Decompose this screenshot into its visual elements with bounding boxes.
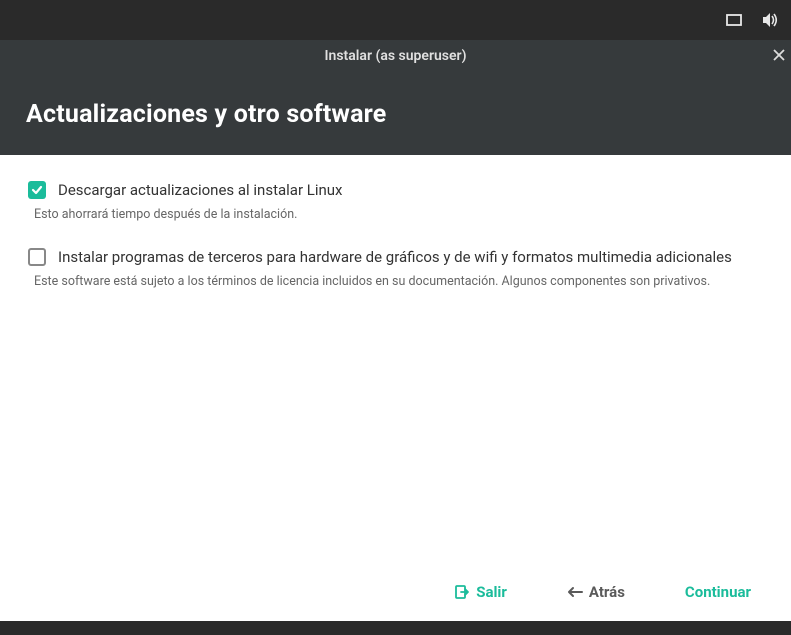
checkbox-download-updates[interactable] bbox=[28, 181, 46, 199]
option-desc-download-updates: Esto ahorrará tiempo después de la insta… bbox=[34, 207, 763, 222]
window-restore-icon[interactable] bbox=[725, 13, 743, 27]
option-label-download-updates[interactable]: Descargar actualizaciones al instalar Li… bbox=[58, 181, 342, 199]
header-area: Actualizaciones y otro software bbox=[0, 72, 791, 155]
arrow-left-icon bbox=[567, 586, 583, 598]
window-title: Instalar (as superuser) bbox=[325, 48, 467, 64]
continue-label: Continuar bbox=[685, 583, 751, 601]
quit-button[interactable]: Salir bbox=[454, 583, 507, 601]
option-download-updates: Descargar actualizaciones al instalar Li… bbox=[28, 181, 763, 222]
desktop-bottom-strip bbox=[0, 621, 791, 635]
option-desc-third-party: Este software está sujeto a los términos… bbox=[34, 274, 763, 289]
option-row: Instalar programas de terceros para hard… bbox=[28, 248, 763, 266]
checkbox-third-party[interactable] bbox=[28, 248, 46, 266]
option-row: Descargar actualizaciones al instalar Li… bbox=[28, 181, 763, 199]
back-label: Atrás bbox=[589, 583, 625, 601]
close-icon[interactable] bbox=[773, 48, 785, 64]
content-area: Descargar actualizaciones al instalar Li… bbox=[0, 155, 791, 565]
desktop-top-panel bbox=[0, 0, 791, 40]
option-label-third-party[interactable]: Instalar programas de terceros para hard… bbox=[58, 248, 732, 266]
exit-icon bbox=[454, 584, 470, 600]
quit-label: Salir bbox=[476, 583, 507, 601]
continue-button[interactable]: Continuar bbox=[685, 583, 751, 601]
back-button[interactable]: Atrás bbox=[567, 583, 625, 601]
installer-window: Instalar (as superuser) Actualizaciones … bbox=[0, 40, 791, 621]
option-third-party: Instalar programas de terceros para hard… bbox=[28, 248, 763, 289]
page-title: Actualizaciones y otro software bbox=[26, 100, 765, 129]
footer-buttons: Salir Atrás Continuar bbox=[0, 565, 791, 621]
volume-icon[interactable] bbox=[761, 12, 779, 28]
window-titlebar: Instalar (as superuser) bbox=[0, 40, 791, 72]
